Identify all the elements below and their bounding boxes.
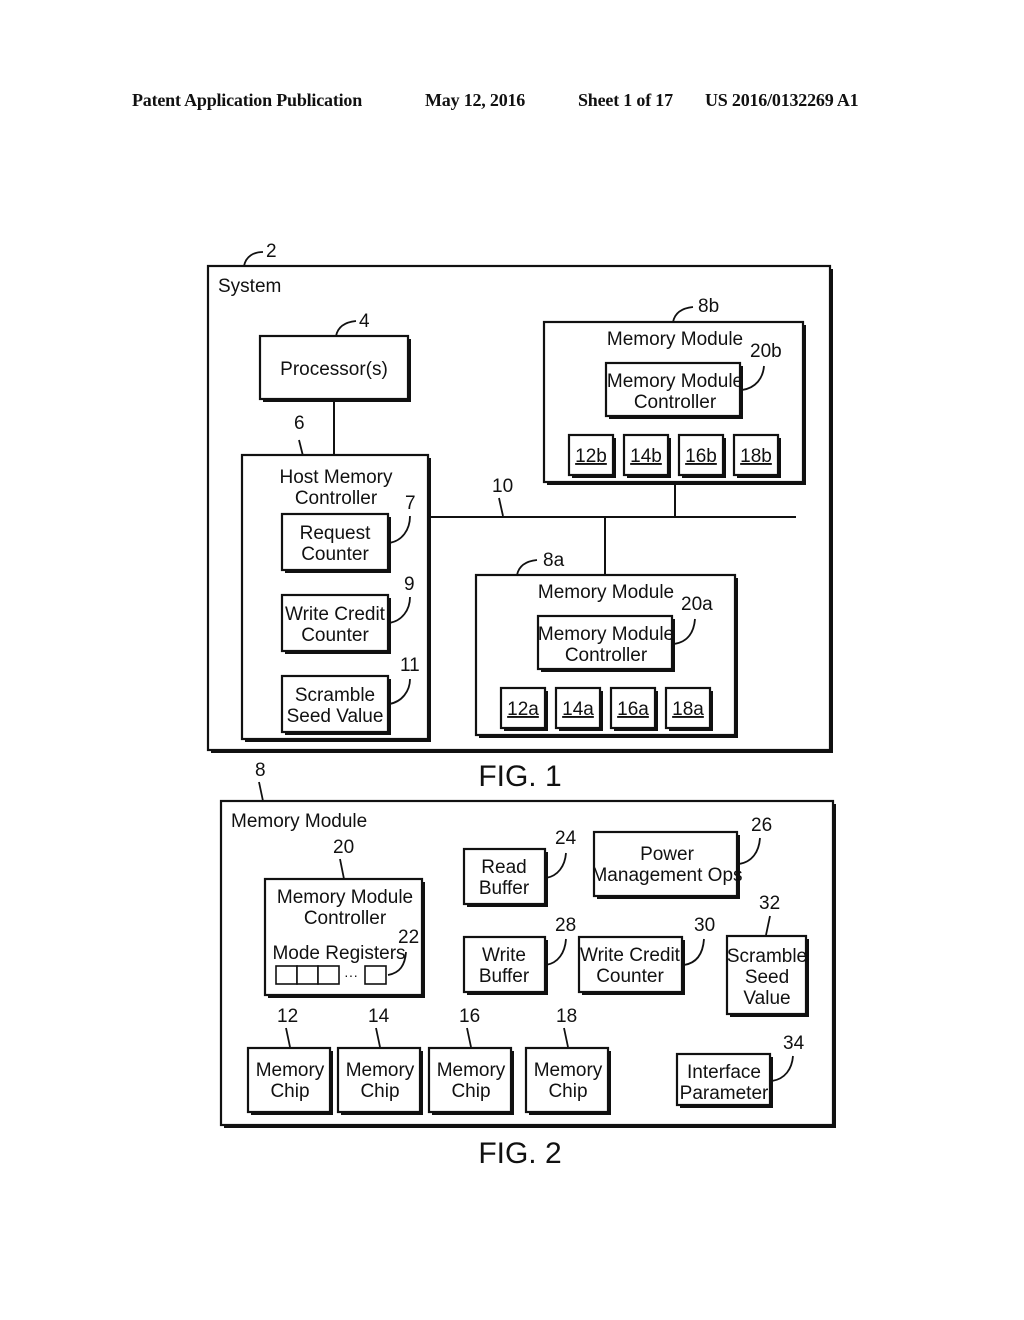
mode-registers: ···: [275, 965, 387, 985]
fig2-controller-ref: 20: [333, 837, 354, 858]
memory-chip-18-ref: 18: [556, 1006, 577, 1027]
fig2-scramble-label-3: Value: [743, 988, 790, 1009]
memory-chip-18-label-1: Memory: [534, 1060, 603, 1081]
interface-parameter-label-2: Parameter: [680, 1083, 769, 1104]
host-controller-label-2: Controller: [295, 488, 378, 509]
mode-registers-label: Mode Registers: [272, 943, 405, 964]
fig2-write-credit-ref: 30: [694, 915, 715, 936]
memory-chip-14-label-1: Memory: [346, 1060, 415, 1081]
write-buffer-label-1: Write: [482, 945, 526, 966]
fig2-scramble-ref: 32: [759, 893, 780, 914]
host-scramble-label-1: Scramble: [295, 685, 375, 706]
bus-ref: 10: [492, 476, 513, 497]
interface-parameter-label-1: Interface: [687, 1062, 761, 1083]
host-controller-label-1: Host Memory: [280, 467, 393, 488]
chip-14a: 14a: [562, 699, 594, 720]
module-8b-label: Memory Module: [607, 329, 743, 350]
power-management-label-1: Power: [640, 844, 695, 865]
chip-16b: 16b: [685, 446, 717, 467]
read-buffer-label-2: Buffer: [479, 878, 530, 899]
memory-chip-12-ref: 12: [277, 1006, 298, 1027]
fig2-controller-label-2: Controller: [304, 908, 387, 929]
chip-18b: 18b: [740, 446, 772, 467]
host-controller-ref: 6: [294, 413, 305, 434]
request-counter-ref: 7: [405, 493, 416, 514]
fig2-module-leader: [258, 781, 264, 802]
processor-label: Processor(s): [280, 359, 388, 380]
interface-parameter-ref: 34: [783, 1033, 805, 1054]
system-label: System: [218, 276, 281, 297]
chip-12b: 12b: [575, 446, 607, 467]
processor-ref: 4: [359, 311, 370, 332]
controller-20b-label-1: Memory Module: [607, 371, 743, 392]
fig2-write-credit-label-1: Write Credit: [580, 945, 681, 966]
memory-chip-12-label-1: Memory: [256, 1060, 325, 1081]
fig2-scramble-label-1: Scramble: [727, 946, 807, 967]
controller-20b-ref: 20b: [750, 341, 782, 362]
request-counter-label-1: Request: [300, 523, 371, 544]
fig2-controller-label-1: Memory Module: [277, 887, 413, 908]
fig2-write-credit-label-2: Counter: [596, 966, 664, 987]
read-buffer-ref: 24: [555, 828, 577, 849]
memory-chip-16-label-1: Memory: [437, 1060, 506, 1081]
fig2-module-ref: 8: [255, 760, 266, 781]
fig1: System 2 Processor(s) 4 6 Host Memory Co…: [206, 241, 833, 793]
power-management-label-2: Management Ops: [591, 865, 742, 886]
patent-figures: System 2 Processor(s) 4 6 Host Memory Co…: [206, 241, 836, 1170]
module-8a-label: Memory Module: [538, 582, 674, 603]
memory-module-8a: 8a Memory Module Memory Module Controlle…: [474, 550, 738, 738]
fig2-module-label: Memory Module: [231, 811, 367, 832]
chip-16a: 16a: [617, 699, 649, 720]
host-write-credit-ref: 9: [404, 574, 415, 595]
module-8b-ref: 8b: [698, 296, 719, 317]
fig2-scramble-label-2: Seed: [745, 967, 789, 988]
host-memory-controller-box: Host Memory Controller Request Counter 7…: [240, 453, 431, 742]
fig2: 8 Memory Module 20 Memory Module Control…: [219, 760, 836, 1170]
read-buffer-label-1: Read: [481, 857, 526, 878]
request-counter-label-2: Counter: [301, 544, 369, 565]
mode-registers-ref: 22: [398, 927, 419, 948]
memory-chip-14-ref: 14: [368, 1006, 390, 1027]
host-write-credit-label-2: Counter: [301, 625, 369, 646]
write-buffer-label-2: Buffer: [479, 966, 530, 987]
fig1-caption: FIG. 1: [478, 760, 561, 793]
host-scramble-label-2: Seed Value: [287, 706, 384, 727]
power-management-ref: 26: [751, 815, 772, 836]
host-write-credit-label-1: Write Credit: [285, 604, 386, 625]
memory-chip-12-label-2: Chip: [270, 1081, 309, 1102]
memory-chip-18-label-2: Chip: [548, 1081, 587, 1102]
module-8a-ref: 8a: [543, 550, 565, 571]
write-buffer-ref: 28: [555, 915, 576, 936]
memory-chip-16-label-2: Chip: [451, 1081, 490, 1102]
controller-20a-ref: 20a: [681, 594, 713, 615]
chip-18a: 18a: [672, 699, 704, 720]
memory-module-8b: 8b Memory Module Memory Module Controlle…: [542, 296, 806, 485]
chip-14b: 14b: [630, 446, 662, 467]
memory-chip-16-ref: 16: [459, 1006, 480, 1027]
host-scramble-ref: 11: [400, 655, 420, 676]
system-leader: [243, 251, 264, 267]
chip-12a: 12a: [507, 699, 539, 720]
controller-20b-label-2: Controller: [634, 392, 717, 413]
mode-registers-ellipsis: ···: [344, 967, 358, 983]
memory-chip-14-label-2: Chip: [360, 1081, 399, 1102]
system-ref: 2: [266, 241, 277, 262]
controller-20a-label-1: Memory Module: [538, 624, 674, 645]
fig2-caption: FIG. 2: [478, 1137, 561, 1170]
controller-20a-label-2: Controller: [565, 645, 648, 666]
